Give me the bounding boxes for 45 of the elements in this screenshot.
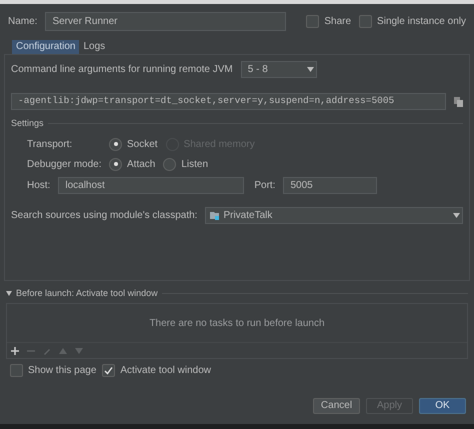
- checkbox[interactable]: [359, 15, 372, 28]
- pencil-icon[interactable]: [43, 346, 51, 354]
- radio-button[interactable]: [109, 158, 122, 170]
- tab[interactable]: Configuration: [12, 40, 80, 54]
- jvm-label: Command line arguments for running remote JVM: [11, 63, 233, 77]
- arguments-field: -agentlib:jdwp=transport=dt_socket,server=y,suspend=n,address=5005: [11, 93, 446, 110]
- checkbox[interactable]: [10, 364, 23, 377]
- radio-label: Listen: [181, 158, 208, 172]
- jvm-dropdown[interactable]: 5 - 8: [240, 61, 317, 78]
- port-field[interactable]: 5005: [283, 176, 378, 194]
- module-dropdown[interactable]: PrivateTalk: [205, 206, 463, 224]
- dropdown-arrow-icon: [306, 67, 314, 72]
- copy-icon[interactable]: [454, 96, 463, 106]
- name-field[interactable]: Server Runner: [45, 12, 286, 31]
- checkbox-label: Activate tool window: [120, 364, 211, 378]
- dialog-button[interactable]: OK: [419, 398, 466, 414]
- radio-label: Socket: [127, 138, 158, 152]
- add-icon[interactable]: [11, 346, 19, 354]
- host-field[interactable]: localhost: [58, 176, 244, 194]
- radio-label: Attach: [127, 158, 156, 172]
- checkbox-label: Single instance only: [377, 15, 466, 29]
- move-up-icon[interactable]: [59, 348, 67, 354]
- checkbox[interactable]: [306, 15, 320, 28]
- dropdown-arrow-icon: [453, 212, 460, 218]
- move-down-icon[interactable]: [75, 348, 83, 354]
- classpath-label: Search sources using module's classpath:: [11, 208, 198, 222]
- checkmark-icon: [104, 366, 114, 375]
- checkbox-label: Show this page: [28, 364, 96, 378]
- radio-group-label: Transport:: [27, 138, 74, 152]
- settings-heading: Settings: [11, 117, 44, 130]
- before-launch-heading: Before launch: Activate tool window: [16, 286, 158, 300]
- radio-group-label: Debugger mode:: [27, 158, 102, 172]
- expand-arrow-icon[interactable]: [6, 290, 12, 296]
- radio-button[interactable]: [163, 158, 176, 170]
- tab[interactable]: Logs: [79, 40, 110, 54]
- checkbox-label: Share: [324, 15, 352, 29]
- module-folder-icon: [210, 210, 220, 220]
- module-name: PrivateTalk: [223, 208, 272, 222]
- host-label: Host:: [27, 178, 50, 192]
- radio-button[interactable]: [109, 138, 122, 150]
- empty-list-message: There are no tasks to run before launch: [149, 316, 325, 330]
- name-label: Name:: [8, 15, 38, 29]
- dialog-button[interactable]: Cancel: [313, 398, 360, 414]
- port-label: Port:: [254, 178, 276, 192]
- checkbox[interactable]: [102, 364, 116, 377]
